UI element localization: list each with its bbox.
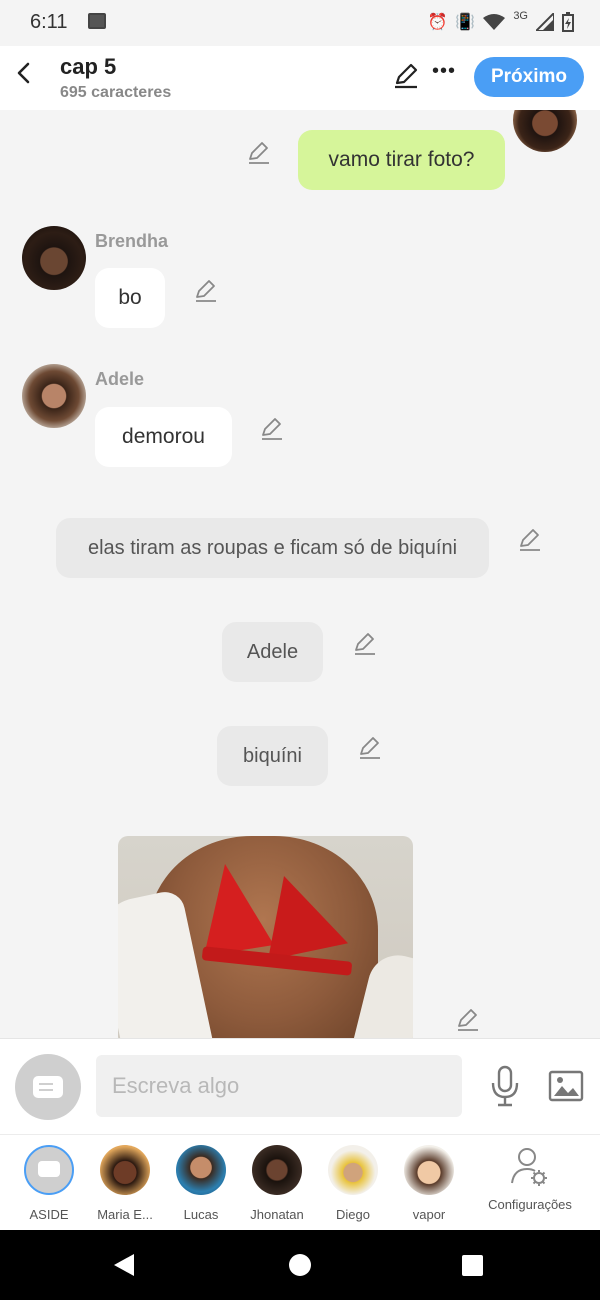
character-jhonatan[interactable]: Jhonatan <box>239 1145 315 1222</box>
sender-name: Adele <box>95 369 145 389</box>
character-label: vapor <box>412 1207 446 1222</box>
message-bubble[interactable]: vamo tirar foto? <box>298 130 505 190</box>
avatar <box>176 1145 226 1195</box>
chat-area[interactable]: vamo tirar foto? Brendha bo Adele demoro… <box>0 110 600 1038</box>
image-notification-icon <box>88 13 106 29</box>
battery-icon <box>562 12 574 32</box>
sender-name: Brendha <box>95 231 169 251</box>
character-count: 695 caracteres <box>60 84 172 101</box>
avatar <box>328 1145 378 1195</box>
character-diego[interactable]: Diego <box>315 1145 391 1222</box>
gallery-icon[interactable] <box>548 1069 584 1103</box>
character-label: Lucas <box>183 1207 219 1222</box>
character-vapor[interactable]: vapor <box>391 1145 467 1222</box>
message-input[interactable] <box>96 1055 462 1117</box>
narrator-toggle-button[interactable] <box>15 1054 81 1120</box>
character-lucas[interactable]: Lucas <box>163 1145 239 1222</box>
signal-icon <box>536 13 554 31</box>
message-composer <box>0 1038 600 1134</box>
nav-recents-icon[interactable] <box>462 1255 483 1276</box>
chapter-title: cap 5 <box>60 54 117 79</box>
vibrate-icon: 📳 <box>455 14 476 31</box>
avatar-brendha <box>22 226 86 290</box>
character-maria[interactable]: Maria E... <box>87 1145 163 1222</box>
edit-message-icon[interactable] <box>455 1007 481 1033</box>
edit-message-icon[interactable] <box>193 278 219 304</box>
character-label: Diego <box>336 1207 370 1222</box>
wifi-icon <box>483 14 506 30</box>
back-arrow-icon[interactable] <box>12 58 36 88</box>
edit-message-icon[interactable] <box>246 140 272 166</box>
message-bubble[interactable]: bo <box>95 268 165 328</box>
chat-bubble-icon <box>33 1076 63 1098</box>
avatar-narrator <box>513 110 577 152</box>
character-label: Configurações <box>488 1197 572 1212</box>
next-button[interactable]: Próximo <box>474 57 584 97</box>
system-navigation-bar <box>0 1230 600 1300</box>
edit-title-icon[interactable] <box>392 62 420 90</box>
narration-bubble[interactable]: biquíni <box>217 726 328 786</box>
avatar-adele <box>22 364 86 428</box>
character-label: Maria E... <box>97 1207 153 1222</box>
avatar <box>100 1145 150 1195</box>
network-type: 3G <box>513 10 528 22</box>
aside-avatar <box>24 1145 74 1195</box>
settings-button[interactable]: Configurações <box>480 1145 580 1212</box>
character-label: Jhonatan <box>250 1207 304 1222</box>
microphone-icon[interactable] <box>488 1065 522 1107</box>
edit-message-icon[interactable] <box>259 416 285 442</box>
nav-back-icon[interactable] <box>114 1254 134 1276</box>
status-icons: ⏰ 📳 3G <box>427 10 574 34</box>
chapter-header: cap 5 695 caracteres ••• Próximo <box>0 46 600 110</box>
narration-bubble[interactable]: Adele <box>222 622 323 682</box>
character-aside[interactable]: ASIDE <box>11 1145 87 1222</box>
edit-message-icon[interactable] <box>357 735 383 761</box>
message-bubble[interactable]: demorou <box>95 407 232 467</box>
avatar <box>404 1145 454 1195</box>
status-bar: 6:11 ⏰ 📳 3G <box>0 0 600 46</box>
avatar <box>252 1145 302 1195</box>
user-settings-icon <box>511 1148 547 1186</box>
nav-home-icon[interactable] <box>289 1254 311 1276</box>
message-photo[interactable] <box>118 836 413 1038</box>
status-time: 6:11 <box>30 11 68 33</box>
narration-bubble[interactable]: elas tiram as roupas e ficam só de biquí… <box>56 518 489 578</box>
more-options-icon[interactable]: ••• <box>432 60 456 83</box>
character-label: ASIDE <box>29 1207 69 1222</box>
alarm-icon: ⏰ <box>427 14 448 31</box>
edit-message-icon[interactable] <box>517 527 543 553</box>
character-selector: ASIDE Maria E... Lucas Jhonatan Diego va… <box>0 1134 600 1230</box>
edit-message-icon[interactable] <box>352 631 378 657</box>
